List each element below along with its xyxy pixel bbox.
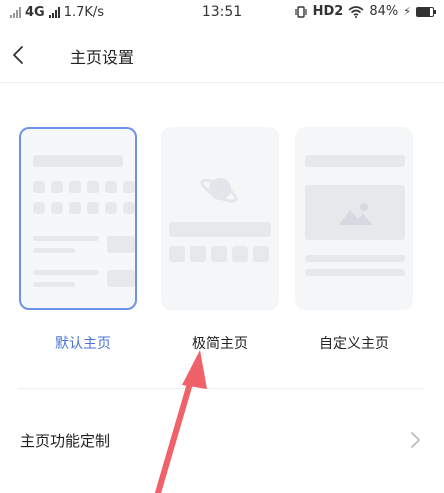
hd-indicator: HD2 <box>312 4 344 19</box>
placeholder-tile <box>190 246 206 262</box>
placeholder-line <box>305 269 405 276</box>
home-function-customize-row[interactable]: 主页功能定制 <box>0 414 444 466</box>
custom-home-card[interactable] <box>295 127 413 310</box>
header-divider <box>0 82 444 83</box>
placeholder-button <box>107 236 135 253</box>
placeholder-tile <box>253 246 269 262</box>
charging-icon: ⚡ <box>403 5 411 18</box>
placeholder-line <box>305 255 405 262</box>
back-arrow-icon[interactable] <box>8 44 30 66</box>
row-label: 主页功能定制 <box>20 432 111 450</box>
default-home-card[interactable] <box>19 127 137 310</box>
vibrate-icon <box>295 5 307 18</box>
minimal-home-label[interactable]: 极简主页 <box>161 333 279 353</box>
page-header: 主页设置 <box>0 34 444 78</box>
page-title: 主页设置 <box>70 48 135 67</box>
image-placeholder-icon <box>339 203 373 225</box>
placeholder-tile <box>169 246 185 262</box>
default-home-label[interactable]: 默认主页 <box>24 333 142 353</box>
placeholder-tile <box>211 246 227 262</box>
placeholder-bar <box>33 155 123 167</box>
placeholder-bar <box>305 155 405 167</box>
battery-percent: 84% <box>369 4 399 19</box>
section-divider <box>18 388 424 389</box>
placeholder-line <box>33 236 99 241</box>
placeholder-line <box>33 282 75 287</box>
placeholder-line <box>33 270 99 275</box>
status-bar: 4G 1.7K/s 13:51 HD2 84% ⚡ <box>0 0 444 26</box>
planet-icon <box>200 178 238 203</box>
battery-icon <box>416 6 436 17</box>
minimal-home-card[interactable] <box>161 127 279 310</box>
placeholder-line <box>33 248 75 253</box>
placeholder-button <box>107 270 135 287</box>
placeholder-tile <box>232 246 248 262</box>
placeholder-search-bar <box>169 222 271 237</box>
wifi-icon <box>348 5 364 18</box>
status-right: HD2 84% ⚡ <box>294 4 436 19</box>
chevron-right-icon <box>411 432 420 448</box>
custom-home-label[interactable]: 自定义主页 <box>295 333 413 353</box>
